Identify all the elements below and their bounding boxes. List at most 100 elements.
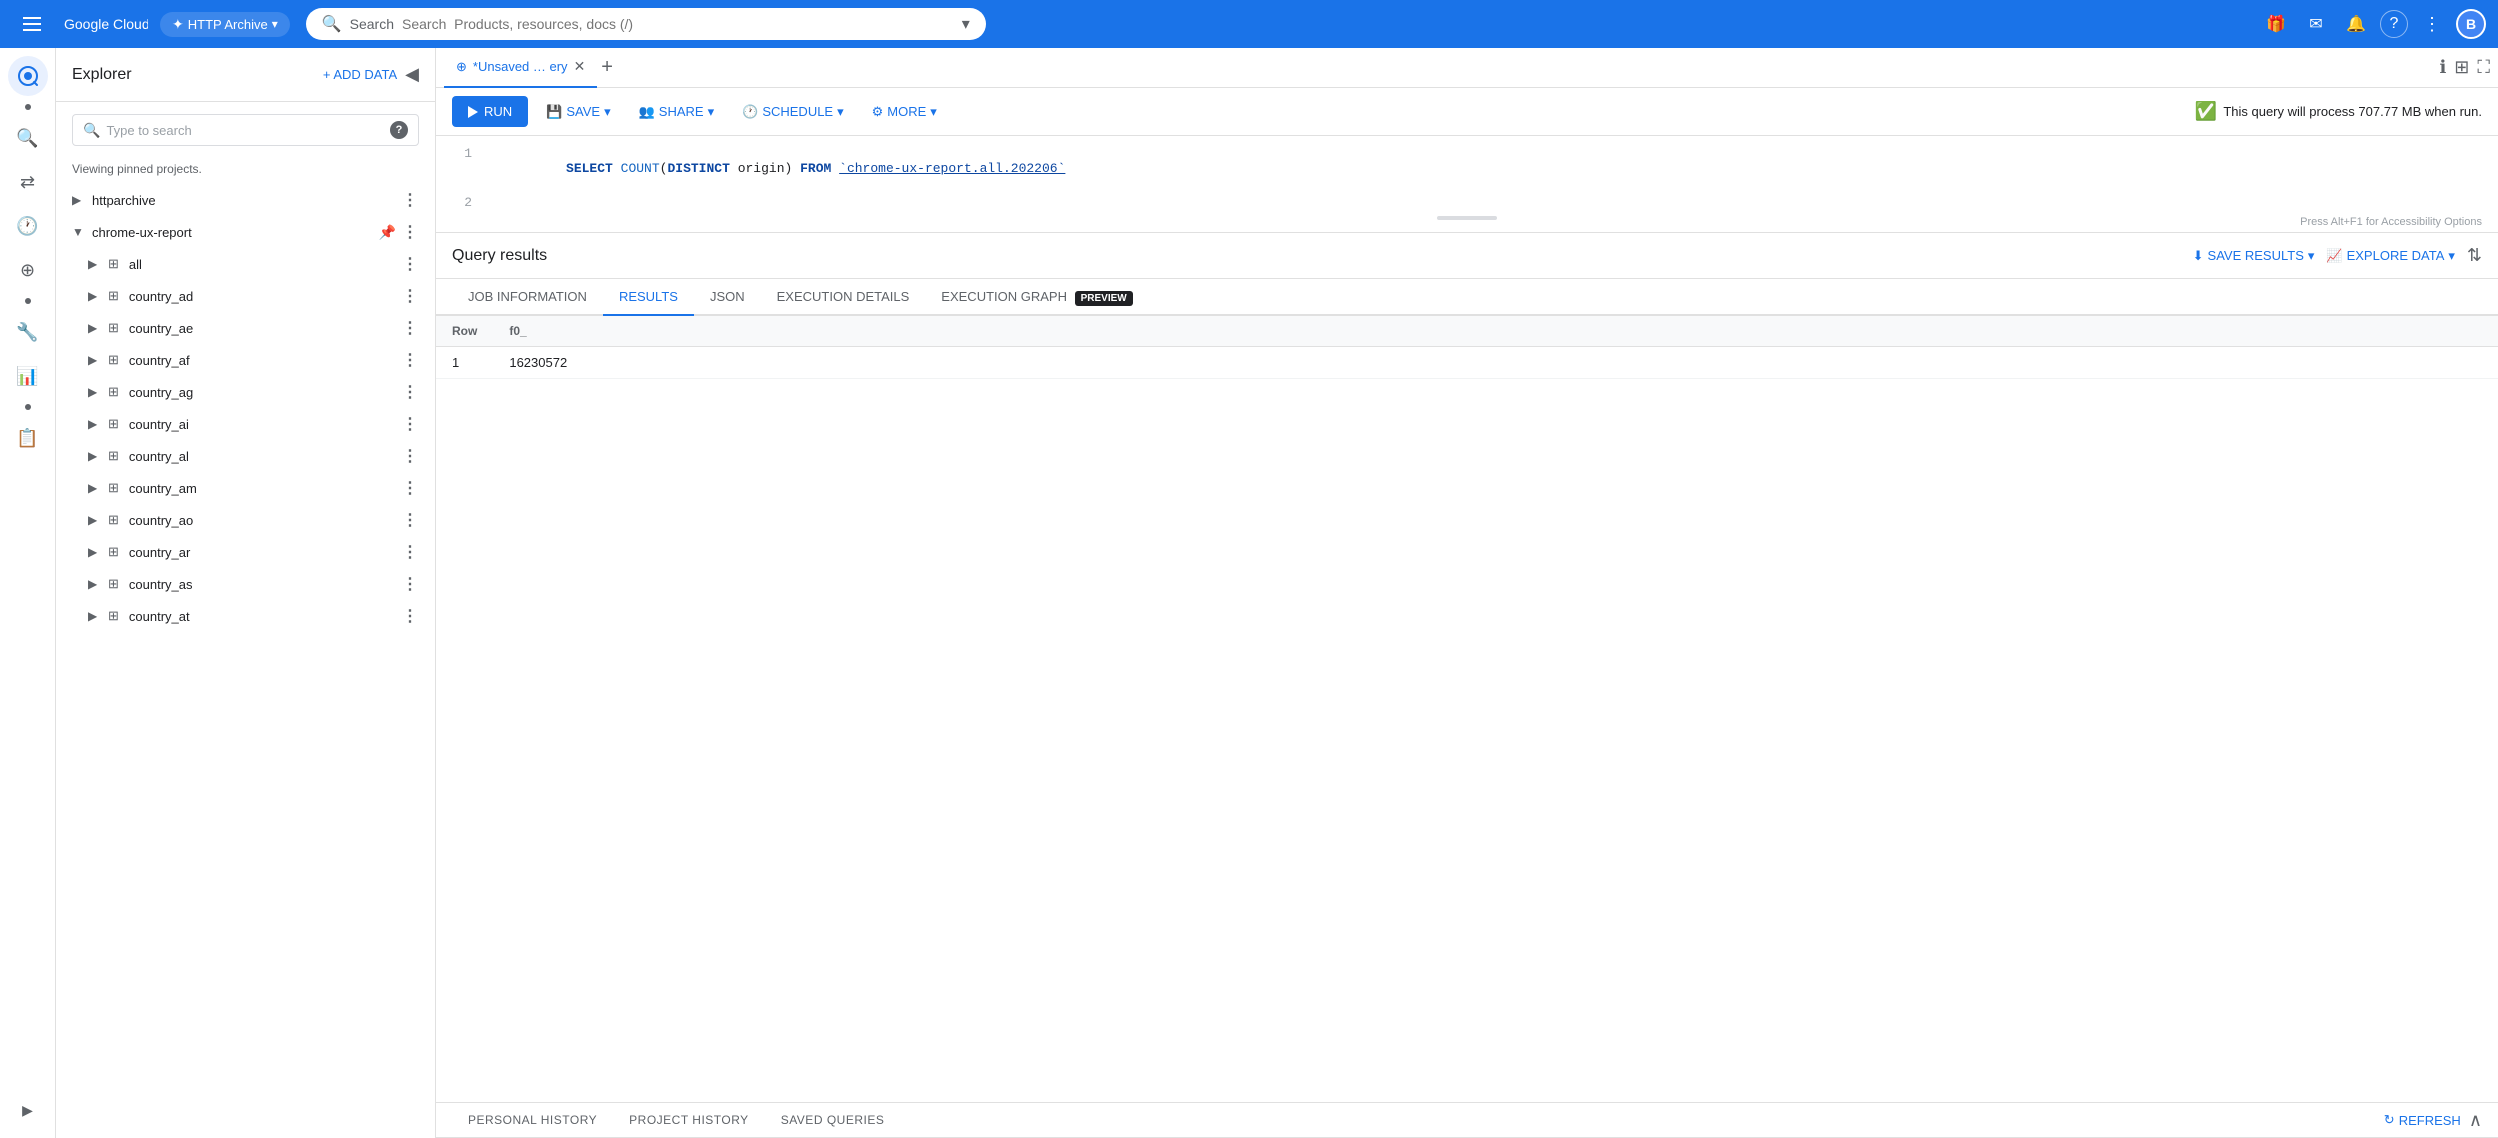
more-button[interactable]: ⚙ MORE ▾ (862, 98, 947, 126)
bigquery-icon (17, 65, 39, 87)
tab-execution-graph[interactable]: EXECUTION GRAPH PREVIEW (925, 279, 1148, 316)
tab-info-icon[interactable]: ℹ (2439, 57, 2446, 78)
tab-add-button[interactable]: + (601, 56, 613, 79)
tree-item-country_ae[interactable]: ▶ ⊞ country_ae ⋮ (56, 312, 435, 344)
nav-icon-transfer[interactable]: ⇄ (8, 162, 48, 202)
editor-area[interactable]: 1 SELECT COUNT(DISTINCT origin) FROM `ch… (436, 136, 2498, 233)
tree-item-country_al[interactable]: ▶ ⊞ country_al ⋮ (56, 440, 435, 472)
tab-results[interactable]: RESULTS (603, 279, 694, 316)
explorer-search-input[interactable] (106, 123, 384, 138)
save-button[interactable]: 💾 SAVE ▾ (536, 98, 620, 126)
tree-item-country_ag[interactable]: ▶ ⊞ country_ag ⋮ (56, 376, 435, 408)
nav-icon-chart[interactable]: 📊 (8, 356, 48, 396)
global-search-bar[interactable]: 🔍 Search ▾ (306, 8, 986, 40)
collapse-sidebar-button[interactable]: ◀ (405, 64, 419, 85)
bottom-tab-project-history[interactable]: PROJECT HISTORY (613, 1103, 765, 1137)
more-icon-country_ao[interactable]: ⋮ (402, 510, 419, 530)
more-icon-chrome-ux[interactable]: ⋮ (402, 222, 419, 242)
explore-data-button[interactable]: 📈 EXPLORE DATA ▾ (2326, 248, 2455, 264)
run-button[interactable]: RUN (452, 96, 528, 127)
svg-text:Google Cloud: Google Cloud (64, 16, 148, 32)
explorer-help-icon[interactable]: ? (390, 121, 408, 139)
tree-item-country_af[interactable]: ▶ ⊞ country_af ⋮ (56, 344, 435, 376)
query-tab-unsaved[interactable]: ⊕ *Unsaved … ery ✕ (444, 48, 597, 88)
more-icon-httparchive[interactable]: ⋮ (402, 190, 419, 210)
query-tabs: ⊕ *Unsaved … ery ✕ + ℹ ⊞ ⛶ (436, 48, 2498, 88)
tree-label-country_ae: country_ae (129, 321, 396, 336)
email-icon[interactable]: ✉ (2300, 8, 2332, 40)
more-icon-country_ad[interactable]: ⋮ (402, 286, 419, 306)
chevron-icon-country_ae: ▶ (88, 321, 102, 335)
chevron-icon-country_am: ▶ (88, 481, 102, 495)
more-icon-country_at[interactable]: ⋮ (402, 606, 419, 626)
tab-job-information[interactable]: JOB INFORMATION (452, 279, 603, 316)
tree-item-country_ai[interactable]: ▶ ⊞ country_ai ⋮ (56, 408, 435, 440)
share-icon: 👥 (639, 104, 655, 120)
tab-execution-graph-label: EXECUTION GRAPH (941, 289, 1067, 304)
chevron-icon-country_ad: ▶ (88, 289, 102, 303)
tab-fullscreen-icon[interactable]: ⛶ (2477, 57, 2490, 78)
tree-label-all: all (129, 257, 396, 272)
tab-execution-details[interactable]: EXECUTION DETAILS (761, 279, 926, 316)
notifications-icon[interactable]: 🔔 (2340, 8, 2372, 40)
query-toolbar: RUN 💾 SAVE ▾ 👥 SHARE ▾ 🕐 SCHEDULE ▾ ⚙ MO… (436, 88, 2498, 136)
more-icon-all[interactable]: ⋮ (402, 254, 419, 274)
tree-item-country_am[interactable]: ▶ ⊞ country_am ⋮ (56, 472, 435, 504)
tab-grid-icon[interactable]: ⊞ (2454, 57, 2469, 78)
save-label: SAVE (566, 104, 600, 119)
global-search-input[interactable] (402, 16, 954, 32)
tree-item-chrome-ux-report[interactable]: ▼ chrome-ux-report 📌 ⋮ (56, 216, 435, 248)
tree-item-country_as[interactable]: ▶ ⊞ country_as ⋮ (56, 568, 435, 600)
nav-icon-history[interactable]: 🕐 (8, 206, 48, 246)
schedule-label: SCHEDULE (762, 104, 833, 119)
tree-label-country_as: country_as (129, 577, 396, 592)
nav-icon-tools[interactable]: 🔧 (8, 312, 48, 352)
nav-icon-schedule[interactable]: ⊕ (8, 250, 48, 290)
tree-container: ▶ httparchive ⋮ ▼ chrome-ux-report 📌 ⋮ ▶… (56, 184, 435, 1138)
nav-icon-bigquery[interactable] (8, 56, 48, 96)
tree-item-country_ad[interactable]: ▶ ⊞ country_ad ⋮ (56, 280, 435, 312)
search-expand-icon[interactable]: ▾ (962, 14, 970, 34)
code-line-1: SELECT COUNT(DISTINCT origin) FROM `chro… (488, 146, 1065, 191)
tree-item-country_ao[interactable]: ▶ ⊞ country_ao ⋮ (56, 504, 435, 536)
gifts-icon[interactable]: 🎁 (2260, 8, 2292, 40)
more-icon-country_am[interactable]: ⋮ (402, 478, 419, 498)
add-data-button[interactable]: + ADD DATA (323, 67, 397, 82)
avatar[interactable]: B (2456, 9, 2486, 39)
project-selector[interactable]: ✦ HTTP Archive ▾ (160, 12, 290, 37)
more-icon-country_ag[interactable]: ⋮ (402, 382, 419, 402)
more-icon-country_ai[interactable]: ⋮ (402, 414, 419, 434)
more-icon-country_al[interactable]: ⋮ (402, 446, 419, 466)
help-icon[interactable]: ? (2380, 10, 2408, 38)
nav-icon-reports[interactable]: 📋 (8, 418, 48, 458)
tree-item-all[interactable]: ▶ ⊞ all ⋮ (56, 248, 435, 280)
hamburger-icon[interactable] (12, 4, 52, 44)
tree-item-httparchive[interactable]: ▶ httparchive ⋮ (56, 184, 435, 216)
google-cloud-logo[interactable]: Google Cloud (64, 15, 148, 33)
expand-results-icon[interactable]: ⇅ (2467, 245, 2482, 266)
nav-icon-search[interactable]: 🔍 (8, 118, 48, 158)
collapse-bottom-icon[interactable]: ∧ (2469, 1110, 2482, 1131)
pin-icon-chrome-ux[interactable]: 📌 (379, 224, 396, 241)
more-icon-country_af[interactable]: ⋮ (402, 350, 419, 370)
bottom-actions: ↻ REFRESH ∧ (2384, 1110, 2482, 1131)
bottom-tab-personal-history[interactable]: PERSONAL HISTORY (452, 1103, 613, 1137)
refresh-button[interactable]: ↻ REFRESH (2384, 1112, 2461, 1128)
col-row: Row (436, 316, 493, 347)
bottom-tab-saved-queries[interactable]: SAVED QUERIES (765, 1103, 901, 1137)
save-results-button[interactable]: ⬇ SAVE RESULTS ▾ (2193, 248, 2315, 264)
more-icon-country_as[interactable]: ⋮ (402, 574, 419, 594)
nav-expand-icon[interactable]: ▶ (8, 1090, 48, 1130)
tree-item-country_at[interactable]: ▶ ⊞ country_at ⋮ (56, 600, 435, 632)
schedule-button[interactable]: 🕐 SCHEDULE ▾ (732, 98, 854, 126)
more-icon-country_ar[interactable]: ⋮ (402, 542, 419, 562)
tree-item-country_ar[interactable]: ▶ ⊞ country_ar ⋮ (56, 536, 435, 568)
tab-close-icon[interactable]: ✕ (574, 58, 586, 75)
table-icon-all: ⊞ (108, 256, 119, 272)
more-icon-country_ae[interactable]: ⋮ (402, 318, 419, 338)
more-icon[interactable]: ⋮ (2416, 8, 2448, 40)
results-actions: ⬇ SAVE RESULTS ▾ 📈 EXPLORE DATA ▾ ⇅ (2193, 245, 2482, 266)
share-button[interactable]: 👥 SHARE ▾ (629, 98, 725, 126)
tab-json[interactable]: JSON (694, 279, 761, 316)
editor-scrollbar (436, 212, 2498, 224)
